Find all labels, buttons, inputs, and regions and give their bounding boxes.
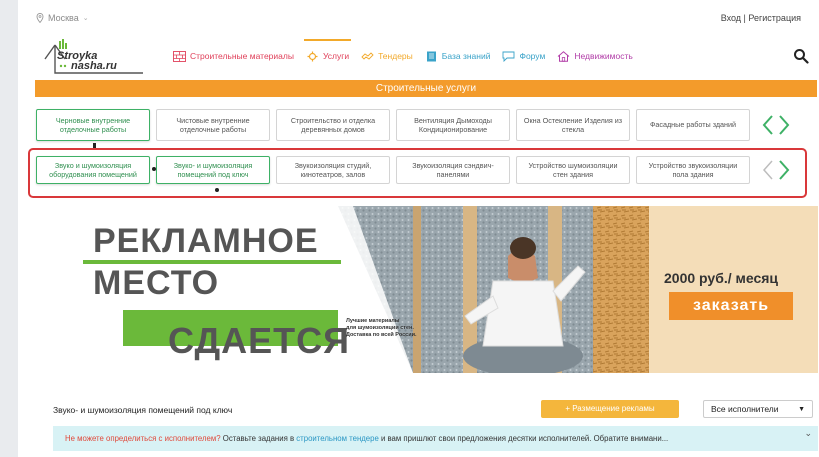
ad-line-1: РЕКЛАМНОЕ <box>93 222 319 260</box>
search-icon[interactable] <box>793 48 809 64</box>
menu-item-label: Форум <box>519 51 546 61</box>
tender-notice: Не можете определиться с исполнителем? О… <box>53 426 818 451</box>
section-title-bar: Строительные услуги <box>35 80 817 97</box>
brick-icon <box>173 50 186 62</box>
ad-caption: Лучшие материалы для шумоизоляции стен. … <box>346 318 417 339</box>
menu-item-label: Недвижимость <box>574 51 633 61</box>
top-menu: Строительные материалы Услуги Тендеры Ба… <box>167 37 639 75</box>
caret-down-icon: ▼ <box>798 405 805 413</box>
location-pin-icon <box>36 13 44 23</box>
notice-question: Не можете определиться с исполнителем? <box>65 434 221 443</box>
arrow-right-icon[interactable] <box>778 159 790 181</box>
subcategory-chip[interactable]: Звукоизоляция студий, кинотеатров, залов <box>276 156 390 184</box>
category-chip[interactable]: Черновые внутренние отделочные работы <box>36 109 150 141</box>
logo[interactable]: Stroyka nasha.ru <box>35 37 147 75</box>
place-ad-button[interactable]: + Размещение рекламы <box>541 400 679 418</box>
performer-select[interactable]: Все исполнители ▼ <box>703 400 813 418</box>
gear-icon <box>307 51 318 61</box>
tender-link[interactable]: строительном тендере <box>296 434 379 443</box>
selected-marker <box>93 143 96 148</box>
arrow-left-icon[interactable] <box>762 114 774 136</box>
top-bar: Москва ⌄ Вход | Регистрация <box>18 0 819 36</box>
chevron-down-icon[interactable]: ⌄ <box>804 428 812 439</box>
performer-select-value: Все исполнители <box>711 404 779 414</box>
category-row-1: Черновые внутренние отделочные работы Чи… <box>36 108 819 142</box>
menu-item-label: Тендеры <box>378 51 413 61</box>
subcategory-chip[interactable]: Устройство звукоизоляции пола здания <box>636 156 750 184</box>
notice-text-end: и вам пришлют свои предложения десятки и… <box>378 434 669 443</box>
category-chip[interactable]: Вентиляция Дымоходы Кондиционирование <box>396 109 510 141</box>
main-nav: Stroyka nasha.ru Строительные материалы … <box>35 37 815 75</box>
menu-item-knowledge[interactable]: База знаний <box>419 37 497 75</box>
arrow-right-icon[interactable] <box>778 114 790 136</box>
menu-item-materials[interactable]: Строительные материалы <box>167 37 300 75</box>
subcategory-chip[interactable]: Звуко и шумоизоляция оборудования помеще… <box>36 156 150 184</box>
page: Москва ⌄ Вход | Регистрация Stroyka nash… <box>18 0 819 457</box>
ad-caption-line: Лучшие материалы <box>346 318 400 324</box>
row2-arrows <box>762 159 790 181</box>
menu-item-tenders[interactable]: Тендеры <box>355 37 419 75</box>
category-chip[interactable]: Фасадные работы зданий <box>636 109 750 141</box>
listing-header: Звуко- и шумоизоляция помещений под ключ… <box>53 400 818 420</box>
menu-item-services[interactable]: Услуги <box>300 37 355 75</box>
logo-text-bottom: nasha.ru <box>71 60 117 72</box>
separator-dot <box>152 167 156 171</box>
subcategory-chip[interactable]: Устройство шумоизоляции стен здания <box>516 156 630 184</box>
subcategory-chip[interactable]: Звукоизоляция сэндвич-панелями <box>396 156 510 184</box>
chat-icon <box>503 51 515 62</box>
chevron-down-icon: ⌄ <box>82 15 89 22</box>
arrow-left-icon[interactable] <box>762 159 774 181</box>
category-chip[interactable]: Строительство и отделка деревянных домов <box>276 109 390 141</box>
ad-offer-panel <box>649 206 818 373</box>
ad-line-2: МЕСТО <box>93 264 220 302</box>
ad-banner[interactable]: РЕКЛАМНОЕ МЕСТО СДАЕТСЯ Лучшие материалы… <box>53 206 818 373</box>
row1-arrows <box>762 114 790 136</box>
menu-item-label: База знаний <box>441 51 491 61</box>
order-button[interactable]: заказать <box>669 292 793 320</box>
auth-links[interactable]: Вход | Регистрация <box>721 13 801 23</box>
menu-item-label: Услуги <box>322 51 350 61</box>
category-chip[interactable]: Чистовые внутренние отделочные работы <box>156 109 270 141</box>
handshake-icon <box>361 51 374 60</box>
category-chip[interactable]: Окна Остекление Изделия из стекла <box>516 109 630 141</box>
city-selector[interactable]: Москва ⌄ <box>36 13 89 23</box>
ad-caption-line: Доставка по всей России. <box>346 332 417 339</box>
menu-item-realty[interactable]: Недвижимость <box>551 37 638 75</box>
ad-price: 2000 руб./ месяц <box>664 270 779 286</box>
ad-line-3: СДАЕТСЯ <box>168 320 351 361</box>
selected-marker <box>215 188 219 192</box>
listing-title: Звуко- и шумоизоляция помещений под ключ <box>53 405 233 415</box>
notice-text: Оставьте задания в <box>220 434 297 443</box>
menu-item-label: Строительные материалы <box>190 51 294 61</box>
book-icon <box>426 51 436 61</box>
city-name: Москва <box>48 13 79 23</box>
house-icon <box>557 50 570 62</box>
menu-item-forum[interactable]: Форум <box>496 37 551 75</box>
subcategory-chip[interactable]: Звуко- и шумоизоляция помещений под ключ <box>156 156 270 184</box>
